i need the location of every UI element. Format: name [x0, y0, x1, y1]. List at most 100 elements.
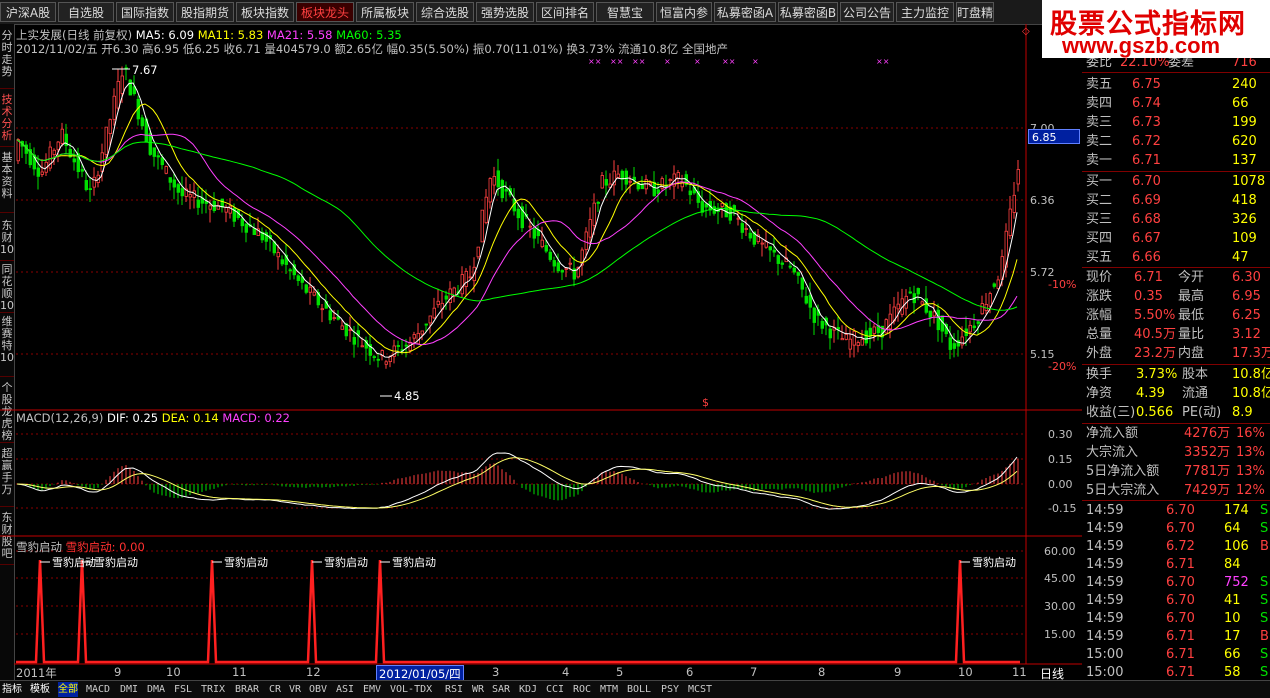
stat-value: 0.566	[1136, 405, 1174, 420]
tick-row: 14:59 6.70 174 S	[1082, 502, 1270, 520]
chart-area[interactable]: 雪豹启动雪豹启动雪豹启动雪豹启动雪豹启动雪豹启动 7.006.365.72-10…	[0, 24, 1082, 680]
candle-body	[384, 361, 388, 365]
candle-body	[56, 141, 60, 151]
signal-tick: 30.00	[1044, 600, 1076, 613]
flow-label: 净流入额	[1086, 426, 1139, 441]
sell-price: 6.75	[1132, 77, 1161, 92]
flow-row: 5日净流入额 7781万 13%	[1082, 463, 1270, 481]
indicator-tab-cr[interactable]: CR	[269, 682, 281, 697]
tick-side: S	[1260, 521, 1269, 536]
indicator-tab-trix[interactable]: TRIX	[201, 682, 225, 697]
indicator-tab-dmi[interactable]: DMI	[120, 682, 138, 697]
candle-body	[288, 269, 292, 272]
top-tab-7[interactable]: 综合选股	[416, 2, 474, 22]
signal-label: 雪豹启动	[972, 556, 1016, 569]
indicator-tab-sar[interactable]: SAR	[492, 682, 510, 697]
indicator-tab-mtm[interactable]: MTM	[600, 682, 618, 697]
top-tab-10[interactable]: 智慧宝	[596, 2, 654, 22]
top-tab-4[interactable]: 板块指数	[236, 2, 294, 22]
top-tab-13[interactable]: 私募密函B	[778, 2, 838, 22]
top-tab-1[interactable]: 自选股	[58, 2, 114, 22]
top-tab-3[interactable]: 股指期货	[176, 2, 234, 22]
candle-body	[556, 262, 560, 272]
candle-body	[188, 194, 192, 198]
candle-body	[788, 265, 792, 268]
candle-body	[516, 208, 520, 219]
indicator-tab-kdj[interactable]: KDJ	[519, 682, 537, 697]
tick-volume: 10	[1224, 611, 1241, 626]
candle-body	[332, 317, 336, 320]
candle-body	[340, 325, 344, 330]
stat-label: 外盘	[1086, 346, 1113, 361]
indicator-tab-brar[interactable]: BRAR	[235, 682, 259, 697]
candle-body	[884, 319, 888, 334]
sell-price: 6.72	[1132, 134, 1161, 149]
grid-lines	[0, 24, 1082, 665]
candle-body	[444, 295, 448, 300]
indicator-tab-psy[interactable]: PSY	[661, 682, 679, 697]
candle-body	[348, 329, 352, 331]
x-mark: ×	[694, 57, 701, 66]
top-tab-5[interactable]: 板块龙头	[296, 2, 354, 22]
indicator-tab-全部[interactable]: 全部	[58, 682, 78, 697]
candle-body	[360, 345, 364, 348]
pct-tick: -20%	[1048, 360, 1076, 373]
candle-body	[344, 323, 348, 337]
top-tab-14[interactable]: 公司公告	[840, 2, 894, 22]
top-tab-15[interactable]: 主力监控	[896, 2, 954, 22]
stat-label: 今开	[1178, 270, 1205, 285]
tick-time: 14:59	[1086, 503, 1124, 518]
indicator-tab-rsi[interactable]: RSI	[445, 682, 463, 697]
indicator-tab-boll[interactable]: BOLL	[627, 682, 651, 697]
indicator-tab-asi[interactable]: ASI	[336, 682, 354, 697]
candle-body	[928, 310, 932, 318]
tick-side: S	[1260, 503, 1269, 518]
tick-price: 6.70	[1166, 575, 1195, 590]
moving-averages	[16, 68, 1018, 397]
top-tab-0[interactable]: 沪深A股	[0, 2, 56, 22]
ma21-line	[16, 133, 1018, 346]
top-tab-12[interactable]: 私募密函A	[714, 2, 776, 22]
indicator-tab-cci[interactable]: CCI	[546, 682, 564, 697]
top-tab-8[interactable]: 强势选股	[476, 2, 534, 22]
candle-body	[968, 324, 972, 333]
candle-body	[736, 217, 740, 220]
top-tab-9[interactable]: 区间排名	[536, 2, 594, 22]
candle-body	[560, 270, 564, 273]
tick-row: 14:59 6.70 752 S	[1082, 574, 1270, 592]
top-tab-16[interactable]: 盯盘精	[956, 2, 994, 22]
indicator-tab-vol-tdx[interactable]: VOL-TDX	[390, 682, 432, 697]
sell-row: 卖四 6.74 66	[1082, 95, 1270, 113]
tick-volume: 84	[1224, 557, 1241, 572]
indicator-tab-fsl[interactable]: FSL	[174, 682, 192, 697]
stat-value: 3.73%	[1136, 367, 1178, 382]
candle-body	[812, 307, 816, 323]
indicator-tab-obv[interactable]: OBV	[309, 682, 327, 697]
ma11-label: MA11: 5.83	[197, 28, 264, 42]
stat-label: 净资	[1086, 386, 1113, 401]
candle-body	[620, 170, 624, 180]
candle-body	[840, 338, 844, 341]
tick-row: 14:59 6.72 106 B	[1082, 538, 1270, 556]
indicator-tab-macd[interactable]: MACD	[86, 682, 110, 697]
top-tab-11[interactable]: 恒富内参	[656, 2, 712, 22]
candle-body	[72, 158, 76, 163]
candle-body	[420, 330, 424, 335]
stat-value: 17.3万	[1232, 346, 1270, 361]
indicator-tab-emv[interactable]: EMV	[363, 682, 381, 697]
indicator-tab-mcst[interactable]: MCST	[688, 682, 712, 697]
top-tab-2[interactable]: 国际指数	[116, 2, 174, 22]
tick-volume: 174	[1224, 503, 1249, 518]
diamond-icon: ◇	[1022, 26, 1030, 37]
indicator-tab-vr[interactable]: VR	[289, 682, 301, 697]
candle-body	[596, 201, 600, 204]
indicator-tab-指标[interactable]: 指标	[2, 682, 22, 697]
candle-body	[492, 176, 496, 186]
indicator-tab-roc[interactable]: ROC	[573, 682, 591, 697]
candle-body	[872, 326, 876, 334]
indicator-tab-wr[interactable]: WR	[472, 682, 484, 697]
top-tab-6[interactable]: 所属板块	[356, 2, 414, 22]
tick-price: 6.71	[1166, 557, 1195, 572]
indicator-tab-模板[interactable]: 模板	[30, 682, 50, 697]
indicator-tab-dma[interactable]: DMA	[147, 682, 165, 697]
